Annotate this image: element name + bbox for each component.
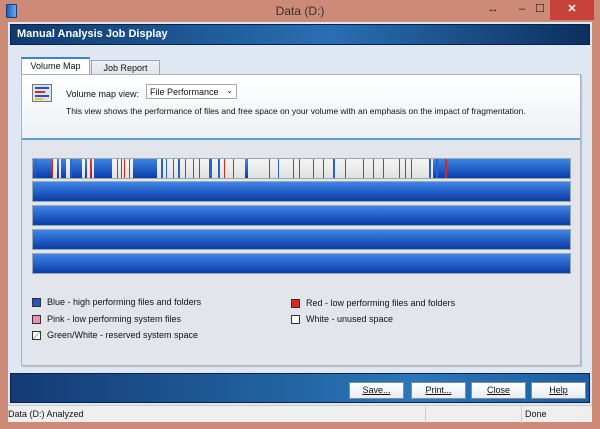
close-button[interactable]: Close bbox=[471, 382, 526, 399]
file-segment bbox=[323, 159, 324, 178]
chevron-down-icon: ⌄ bbox=[226, 86, 233, 95]
select-value: File Performance bbox=[150, 87, 219, 97]
legend-label: Red - low performing files and folders bbox=[306, 298, 456, 308]
file-segment bbox=[411, 159, 412, 178]
close-window-button[interactable]: ✕ bbox=[550, 0, 594, 20]
file-segment bbox=[166, 159, 167, 178]
volume-map-panel: Volume map view: File Performance ⌄ This … bbox=[21, 74, 581, 366]
file-segment bbox=[313, 159, 314, 178]
legend-label: Pink - low performing system files bbox=[47, 314, 182, 324]
button-bar: Save... Print... Close Help bbox=[10, 373, 590, 403]
file-segment bbox=[218, 159, 220, 178]
dialog-client: Manual Analysis Job Display Volume Map J… bbox=[8, 22, 592, 423]
save-button[interactable]: Save... bbox=[349, 382, 404, 399]
free-space-segment bbox=[92, 159, 94, 178]
legend-green-white: Green/White - reserved system space bbox=[32, 330, 199, 341]
file-segment bbox=[299, 159, 300, 178]
file-segment bbox=[178, 159, 180, 178]
maximize-button[interactable]: ☐ bbox=[530, 0, 550, 20]
volume-map-row bbox=[32, 181, 571, 202]
volume-map-row bbox=[32, 205, 571, 226]
file-segment bbox=[405, 159, 406, 178]
fragmented-segment bbox=[90, 159, 91, 178]
volume-map-row bbox=[32, 253, 571, 274]
print-button[interactable]: Print... bbox=[411, 382, 466, 399]
view-header: Volume map view: File Performance ⌄ This … bbox=[22, 75, 580, 140]
title-bar: Data (D:) ↔ – ☐ ✕ bbox=[0, 0, 600, 22]
free-space-segment bbox=[66, 159, 70, 178]
file-segment bbox=[399, 159, 400, 178]
file-segment bbox=[233, 159, 234, 178]
file-segment bbox=[383, 159, 384, 178]
fragmented-segment bbox=[445, 159, 447, 178]
green-white-swatch bbox=[32, 331, 41, 341]
minimize-button[interactable]: – bbox=[512, 0, 532, 20]
file-segment bbox=[193, 159, 194, 178]
free-space-segment bbox=[82, 159, 85, 178]
white-swatch bbox=[291, 315, 300, 325]
file-segment bbox=[293, 159, 294, 178]
tab-volume-map[interactable]: Volume Map bbox=[21, 57, 90, 75]
volume-map-row bbox=[32, 158, 571, 179]
file-segment bbox=[117, 159, 118, 178]
volume-map-view-select[interactable]: File Performance ⌄ bbox=[146, 84, 237, 99]
file-segment bbox=[333, 159, 335, 178]
file-segment bbox=[373, 159, 374, 178]
legend-blue: Blue - high performing files and folders bbox=[32, 297, 202, 308]
legend-label: White - unused space bbox=[306, 314, 394, 324]
legend-red: Red - low performing files and folders bbox=[291, 298, 456, 309]
file-segment bbox=[185, 159, 186, 178]
file-segment bbox=[173, 159, 174, 178]
red-swatch bbox=[291, 299, 300, 309]
view-label: Volume map view: bbox=[66, 89, 140, 99]
divider bbox=[425, 406, 426, 423]
blue-swatch bbox=[32, 298, 41, 308]
file-segment bbox=[363, 159, 364, 178]
free-space-segment bbox=[59, 159, 61, 178]
free-space-segment bbox=[157, 159, 245, 178]
volume-map-icon bbox=[32, 84, 52, 102]
volume-map-row bbox=[32, 229, 571, 250]
resize-icon[interactable]: ↔ bbox=[483, 0, 503, 20]
file-segment bbox=[278, 159, 279, 178]
fragmented-segment bbox=[124, 159, 125, 178]
status-bar: Data (D:) Analyzed Done bbox=[8, 405, 592, 423]
legend-label: Blue - high performing files and folders bbox=[47, 297, 202, 307]
file-segment bbox=[345, 159, 346, 178]
fragmented-segment bbox=[35, 159, 36, 178]
status-text: Data (D:) Analyzed bbox=[8, 409, 84, 419]
file-segment bbox=[429, 159, 431, 178]
file-segment bbox=[436, 159, 438, 178]
status-done: Done bbox=[525, 409, 547, 419]
pink-swatch bbox=[32, 315, 41, 325]
view-description: This view shows the performance of files… bbox=[66, 106, 526, 116]
fragmented-segment bbox=[71, 159, 72, 178]
fragmented-segment bbox=[52, 159, 53, 178]
legend-pink: Pink - low performing system files bbox=[32, 314, 182, 325]
file-segment bbox=[129, 159, 130, 178]
legend-white: White - unused space bbox=[291, 314, 394, 325]
fragmented-segment bbox=[211, 159, 212, 178]
window-title: Data (D:) bbox=[275, 4, 325, 18]
file-segment bbox=[199, 159, 200, 178]
file-segment bbox=[121, 159, 122, 178]
fragmented-segment bbox=[224, 159, 225, 178]
help-button[interactable]: Help bbox=[531, 382, 586, 399]
divider bbox=[521, 406, 522, 423]
file-segment bbox=[161, 159, 163, 178]
legend-label: Green/White - reserved system space bbox=[47, 330, 199, 340]
page-title: Manual Analysis Job Display bbox=[10, 24, 590, 45]
file-segment bbox=[269, 159, 270, 178]
